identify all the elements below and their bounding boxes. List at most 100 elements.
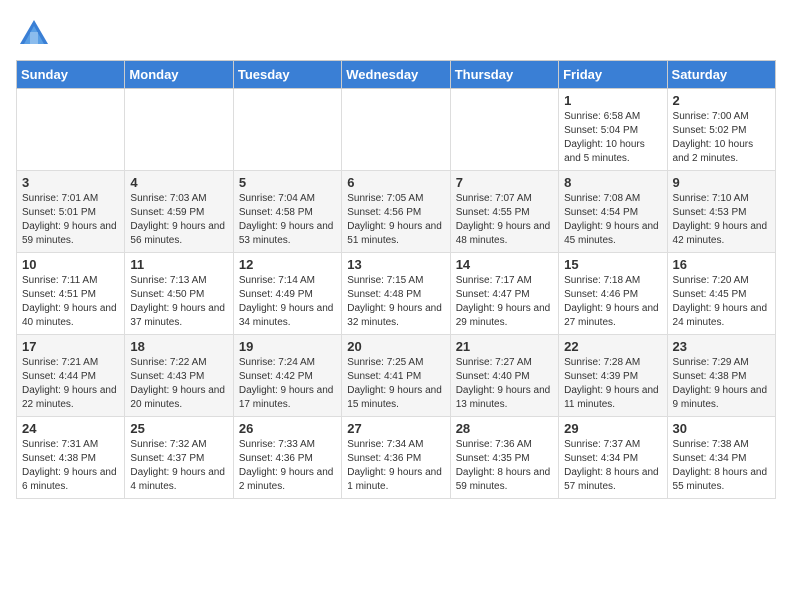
calendar-day-cell: 16 Sunrise: 7:20 AM Sunset: 4:45 PM Dayli… [667,253,775,335]
day-info: Sunrise: 7:14 AM Sunset: 4:49 PM Dayligh… [239,274,336,330]
day-number: 22 [564,339,661,354]
day-number: 18 [130,339,227,354]
calendar-day-cell: 27 Sunrise: 7:34 AM Sunset: 4:36 PM Dayli… [342,417,450,499]
calendar-week-row: 10 Sunrise: 7:11 AM Sunset: 4:51 PM Dayli… [17,253,776,335]
calendar-header-row: SundayMondayTuesdayWednesdayThursdayFrid… [17,61,776,89]
day-number: 23 [673,339,770,354]
day-number: 28 [456,421,553,436]
day-info: Sunrise: 7:32 AM Sunset: 4:37 PM Dayligh… [130,438,227,494]
day-info: Sunrise: 7:20 AM Sunset: 4:45 PM Dayligh… [673,274,770,330]
calendar-day-cell: 11Sunrise: 7:13 AM Sunset: 4:50 PM Dayli… [125,253,233,335]
day-number: 26 [239,421,336,436]
day-info: Sunrise: 7:22 AM Sunset: 4:43 PM Dayligh… [130,356,227,412]
day-number: 4 [130,175,227,190]
calendar-day-cell: 21 Sunrise: 7:27 AM Sunset: 4:40 PM Dayli… [450,335,558,417]
calendar-day-header: Sunday [17,61,125,89]
day-info: Sunrise: 6:58 AM Sunset: 5:04 PM Dayligh… [564,110,661,166]
day-number: 25 [130,421,227,436]
calendar-day-cell: 2 Sunrise: 7:00 AM Sunset: 5:02 PM Daylig… [667,89,775,171]
day-info: Sunrise: 7:01 AM Sunset: 5:01 PM Dayligh… [22,192,119,248]
calendar-day-cell: 14 Sunrise: 7:17 AM Sunset: 4:47 PM Dayli… [450,253,558,335]
calendar-day-cell: 13 Sunrise: 7:15 AM Sunset: 4:48 PM Dayli… [342,253,450,335]
calendar-day-header: Thursday [450,61,558,89]
day-info: Sunrise: 7:07 AM Sunset: 4:55 PM Dayligh… [456,192,553,248]
day-number: 16 [673,257,770,272]
calendar-day-cell: 1 Sunrise: 6:58 AM Sunset: 5:04 PM Daylig… [559,89,667,171]
day-number: 13 [347,257,444,272]
calendar-day-cell [233,89,341,171]
day-number: 3 [22,175,119,190]
page-header [16,16,776,52]
calendar-day-cell: 28 Sunrise: 7:36 AM Sunset: 4:35 PM Dayli… [450,417,558,499]
calendar-day-cell: 18 Sunrise: 7:22 AM Sunset: 4:43 PM Dayli… [125,335,233,417]
day-info: Sunrise: 7:27 AM Sunset: 4:40 PM Dayligh… [456,356,553,412]
day-number: 30 [673,421,770,436]
calendar-day-cell: 30 Sunrise: 7:38 AM Sunset: 4:34 PM Dayli… [667,417,775,499]
day-info: Sunrise: 7:21 AM Sunset: 4:44 PM Dayligh… [22,356,119,412]
day-info: Sunrise: 7:29 AM Sunset: 4:38 PM Dayligh… [673,356,770,412]
day-number: 29 [564,421,661,436]
day-number: 17 [22,339,119,354]
day-number: 9 [673,175,770,190]
day-info: Sunrise: 7:00 AM Sunset: 5:02 PM Dayligh… [673,110,770,166]
calendar-day-cell [17,89,125,171]
calendar-day-cell: 9 Sunrise: 7:10 AM Sunset: 4:53 PM Daylig… [667,171,775,253]
calendar-day-cell [342,89,450,171]
calendar-day-cell: 20Sunrise: 7:25 AM Sunset: 4:41 PM Dayli… [342,335,450,417]
day-number: 14 [456,257,553,272]
day-number: 27 [347,421,444,436]
calendar-day-cell: 19 Sunrise: 7:24 AM Sunset: 4:42 PM Dayli… [233,335,341,417]
day-info: Sunrise: 7:25 AM Sunset: 4:41 PM Dayligh… [347,356,444,412]
day-info: Sunrise: 7:03 AM Sunset: 4:59 PM Dayligh… [130,192,227,248]
day-info: Sunrise: 7:36 AM Sunset: 4:35 PM Dayligh… [456,438,553,494]
calendar-day-cell [125,89,233,171]
day-info: Sunrise: 7:08 AM Sunset: 4:54 PM Dayligh… [564,192,661,248]
calendar-day-cell: 25 Sunrise: 7:32 AM Sunset: 4:37 PM Dayli… [125,417,233,499]
calendar-day-header: Wednesday [342,61,450,89]
day-number: 15 [564,257,661,272]
calendar-day-cell: 7 Sunrise: 7:07 AM Sunset: 4:55 PM Daylig… [450,171,558,253]
calendar-week-row: 3 Sunrise: 7:01 AM Sunset: 5:01 PM Daylig… [17,171,776,253]
day-info: Sunrise: 7:11 AM Sunset: 4:51 PM Dayligh… [22,274,119,330]
calendar-day-cell: 26Sunrise: 7:33 AM Sunset: 4:36 PM Dayli… [233,417,341,499]
calendar-table: SundayMondayTuesdayWednesdayThursdayFrid… [16,60,776,499]
page-container: SundayMondayTuesdayWednesdayThursdayFrid… [0,0,792,509]
calendar-week-row: 1 Sunrise: 6:58 AM Sunset: 5:04 PM Daylig… [17,89,776,171]
calendar-day-cell: 22 Sunrise: 7:28 AM Sunset: 4:39 PM Dayli… [559,335,667,417]
calendar-day-cell: 10 Sunrise: 7:11 AM Sunset: 4:51 PM Dayli… [17,253,125,335]
calendar-day-header: Saturday [667,61,775,89]
day-info: Sunrise: 7:34 AM Sunset: 4:36 PM Dayligh… [347,438,444,494]
day-number: 5 [239,175,336,190]
calendar-day-cell: 24Sunrise: 7:31 AM Sunset: 4:38 PM Dayli… [17,417,125,499]
calendar-day-cell: 23 Sunrise: 7:29 AM Sunset: 4:38 PM Dayli… [667,335,775,417]
day-number: 19 [239,339,336,354]
day-number: 10 [22,257,119,272]
calendar-day-header: Friday [559,61,667,89]
day-info: Sunrise: 7:17 AM Sunset: 4:47 PM Dayligh… [456,274,553,330]
calendar-week-row: 17 Sunrise: 7:21 AM Sunset: 4:44 PM Dayli… [17,335,776,417]
calendar-day-header: Monday [125,61,233,89]
day-number: 21 [456,339,553,354]
calendar-week-row: 24Sunrise: 7:31 AM Sunset: 4:38 PM Dayli… [17,417,776,499]
calendar-day-cell: 8 Sunrise: 7:08 AM Sunset: 4:54 PM Daylig… [559,171,667,253]
calendar-day-cell: 12Sunrise: 7:14 AM Sunset: 4:49 PM Dayli… [233,253,341,335]
day-number: 2 [673,93,770,108]
day-number: 1 [564,93,661,108]
calendar-day-cell: 4 Sunrise: 7:03 AM Sunset: 4:59 PM Daylig… [125,171,233,253]
day-number: 8 [564,175,661,190]
day-info: Sunrise: 7:15 AM Sunset: 4:48 PM Dayligh… [347,274,444,330]
day-number: 7 [456,175,553,190]
day-info: Sunrise: 7:38 AM Sunset: 4:34 PM Dayligh… [673,438,770,494]
logo [16,16,56,52]
day-info: Sunrise: 7:13 AM Sunset: 4:50 PM Dayligh… [130,274,227,330]
day-info: Sunrise: 7:28 AM Sunset: 4:39 PM Dayligh… [564,356,661,412]
day-info: Sunrise: 7:37 AM Sunset: 4:34 PM Dayligh… [564,438,661,494]
calendar-day-cell: 15 Sunrise: 7:18 AM Sunset: 4:46 PM Dayli… [559,253,667,335]
calendar-day-cell: 17 Sunrise: 7:21 AM Sunset: 4:44 PM Dayli… [17,335,125,417]
calendar-day-cell [450,89,558,171]
day-info: Sunrise: 7:18 AM Sunset: 4:46 PM Dayligh… [564,274,661,330]
day-info: Sunrise: 7:10 AM Sunset: 4:53 PM Dayligh… [673,192,770,248]
day-info: Sunrise: 7:24 AM Sunset: 4:42 PM Dayligh… [239,356,336,412]
day-number: 6 [347,175,444,190]
day-info: Sunrise: 7:05 AM Sunset: 4:56 PM Dayligh… [347,192,444,248]
